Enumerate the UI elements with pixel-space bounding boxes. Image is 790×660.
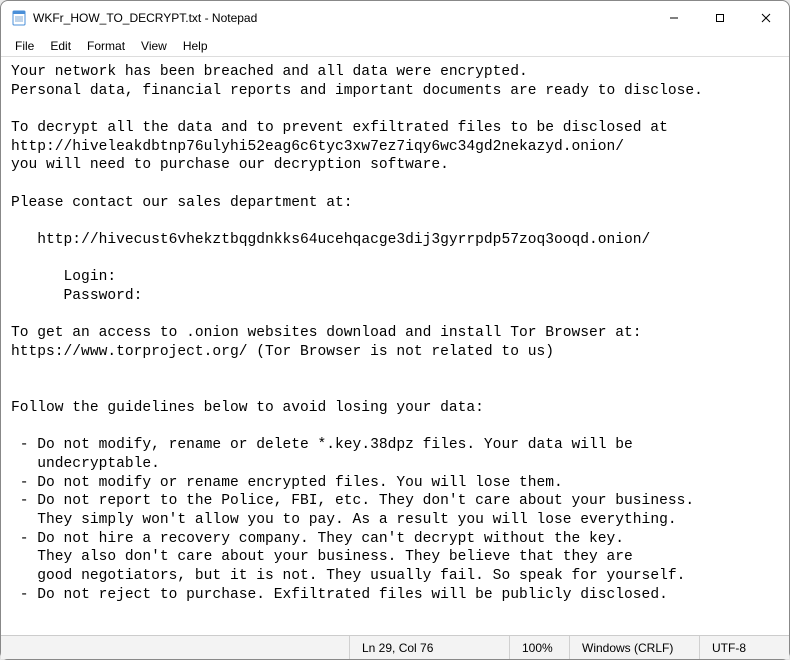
text-area[interactable]: Your network has been breached and all d… bbox=[1, 57, 789, 635]
status-position: Ln 29, Col 76 bbox=[349, 636, 509, 659]
window-title: WKFr_HOW_TO_DECRYPT.txt - Notepad bbox=[33, 11, 651, 25]
notepad-icon bbox=[11, 10, 27, 26]
status-lineending: Windows (CRLF) bbox=[569, 636, 699, 659]
titlebar[interactable]: WKFr_HOW_TO_DECRYPT.txt - Notepad bbox=[1, 1, 789, 35]
close-button[interactable] bbox=[743, 1, 789, 35]
menu-edit[interactable]: Edit bbox=[42, 37, 79, 55]
menu-format[interactable]: Format bbox=[79, 37, 133, 55]
maximize-button[interactable] bbox=[697, 1, 743, 35]
status-zoom: 100% bbox=[509, 636, 569, 659]
menu-view[interactable]: View bbox=[133, 37, 175, 55]
menu-file[interactable]: File bbox=[7, 37, 42, 55]
status-spacer bbox=[1, 636, 349, 659]
statusbar: Ln 29, Col 76 100% Windows (CRLF) UTF-8 bbox=[1, 635, 789, 659]
menu-help[interactable]: Help bbox=[175, 37, 216, 55]
minimize-button[interactable] bbox=[651, 1, 697, 35]
status-encoding: UTF-8 bbox=[699, 636, 789, 659]
notepad-window: WKFr_HOW_TO_DECRYPT.txt - Notepad File E… bbox=[0, 0, 790, 660]
menubar: File Edit Format View Help bbox=[1, 35, 789, 57]
window-controls bbox=[651, 1, 789, 35]
